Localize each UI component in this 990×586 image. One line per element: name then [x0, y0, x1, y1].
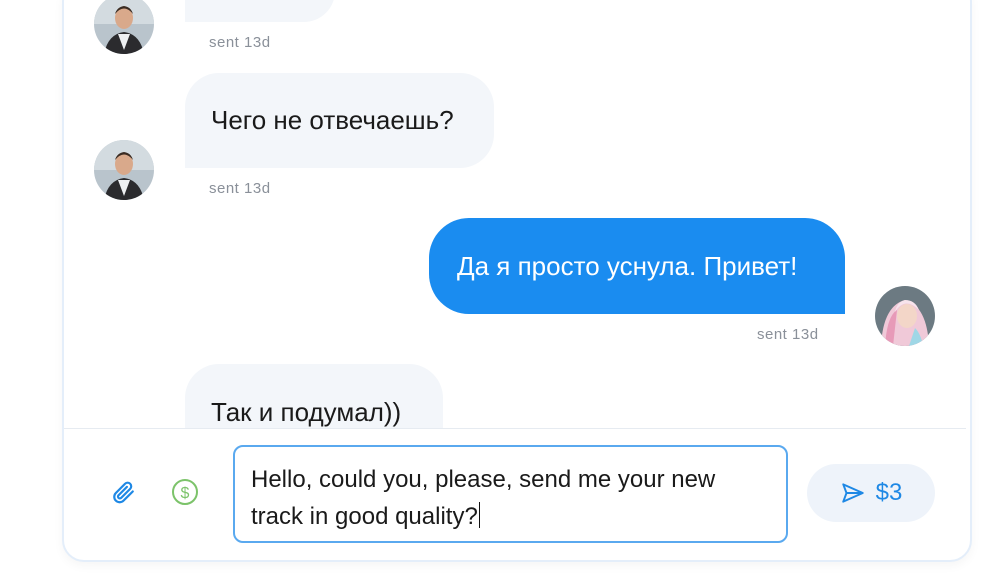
message-bubble-incoming: Так и подумал)): [185, 364, 443, 428]
send-arrow-icon: [840, 480, 866, 506]
sender-avatar[interactable]: [94, 0, 154, 54]
message-bubble-incoming: [185, 0, 335, 22]
send-price-label: $3: [875, 479, 903, 506]
text-caret: [478, 502, 480, 528]
sender-avatar[interactable]: [94, 140, 154, 200]
message-text: Чего не отвечаешь?: [211, 105, 454, 135]
tip-button[interactable]: $: [168, 477, 202, 511]
send-button[interactable]: $3: [807, 464, 935, 522]
message-list[interactable]: sent 13d Чего не отвечаешь? sent 13d Да …: [0, 0, 990, 428]
message-bubble-incoming: Чего не отвечаешь?: [185, 73, 494, 168]
message-input-text: Hello, could you, please, send me your n…: [251, 466, 716, 530]
dollar-circle-icon: $: [171, 478, 199, 511]
paperclip-icon: [110, 479, 136, 510]
message-input[interactable]: Hello, could you, please, send me your n…: [233, 445, 788, 543]
message-bubble-outgoing: Да я просто уснула. Привет!: [429, 218, 845, 314]
message-text: Так и подумал)): [211, 396, 402, 427]
message-meta: sent 13d: [757, 326, 819, 343]
message-text: Да я просто уснула. Привет!: [457, 250, 798, 281]
attach-button[interactable]: [106, 477, 140, 511]
message-meta: sent 13d: [209, 34, 271, 51]
message-meta: sent 13d: [209, 180, 271, 197]
user-avatar[interactable]: [875, 286, 935, 346]
composer-divider: [64, 428, 966, 429]
svg-text:$: $: [181, 485, 190, 502]
